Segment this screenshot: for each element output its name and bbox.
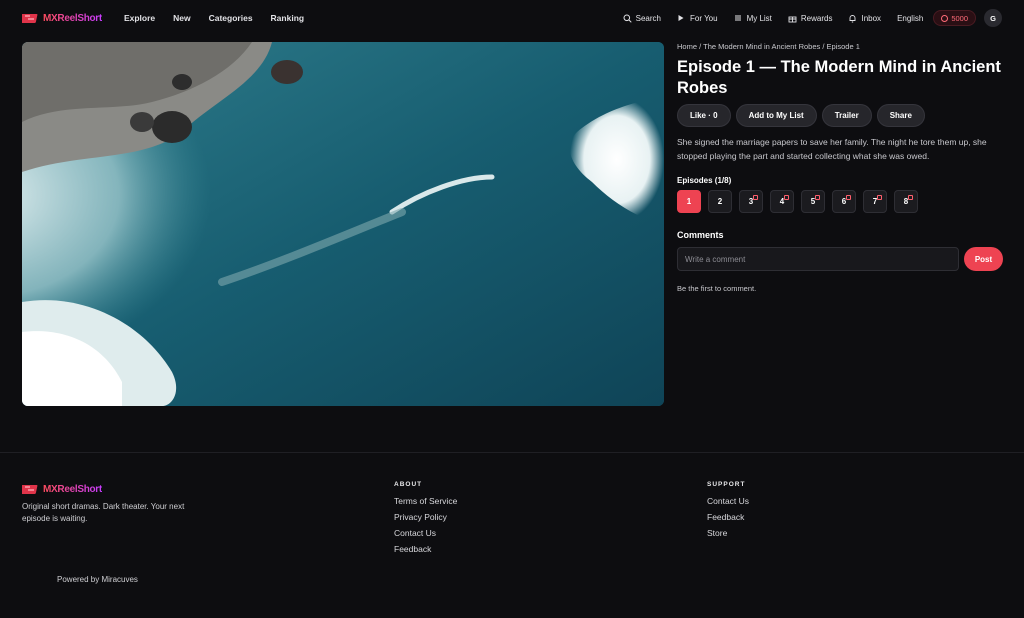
footer-link-contact[interactable]: Contact Us	[394, 528, 457, 539]
footer-support: SUPPORT Contact Us Feedback Store	[707, 481, 749, 544]
lock-icon	[846, 195, 851, 200]
rewards-label: Rewards	[800, 13, 833, 23]
powered-by: Powered by Miracuves	[57, 575, 138, 584]
footer-link-support-contact[interactable]: Contact Us	[707, 496, 749, 507]
comment-form: Post	[677, 247, 1003, 271]
episode-button-1[interactable]: 1	[677, 190, 701, 213]
nav-ranking[interactable]: Ranking	[271, 13, 305, 23]
coin-icon	[941, 14, 949, 22]
for-you-label: For You	[689, 13, 718, 23]
footer-about: ABOUT Terms of Service Privacy Policy Co…	[394, 481, 457, 560]
footer-link-store[interactable]: Store	[707, 528, 749, 539]
video-player[interactable]	[22, 42, 664, 406]
about-heading: ABOUT	[394, 481, 423, 488]
like-button[interactable]: Like · 0	[677, 104, 731, 127]
gift-icon	[788, 14, 797, 23]
episode-number: 2	[717, 197, 723, 206]
search-link[interactable]: Search	[623, 14, 661, 23]
brand-name: MXReelShort	[43, 483, 102, 495]
avatar[interactable]: G	[984, 9, 1002, 27]
comment-input[interactable]	[677, 247, 959, 271]
lock-icon	[753, 195, 758, 200]
search-label: Search	[635, 13, 661, 23]
nav-categories[interactable]: Categories	[209, 13, 253, 23]
episode-number: 1	[686, 197, 692, 206]
episode-info: Home / The Modern Mind in Ancient Robes …	[677, 42, 1003, 293]
top-bar: MXReelShort Explore New Categories Ranki…	[0, 0, 1024, 36]
nav-explore[interactable]: Explore	[124, 13, 155, 23]
footer-logo[interactable]: MXReelShort	[22, 483, 192, 495]
coin-amount: 5000	[951, 13, 968, 23]
trailer-button[interactable]: Trailer	[821, 104, 872, 127]
episode-button-6[interactable]: 6	[832, 190, 856, 213]
support-heading: SUPPORT	[707, 481, 746, 488]
lock-icon	[877, 195, 882, 200]
header-actions: Search For You My List Rewards Inbox Eng…	[607, 9, 1002, 27]
page-title: Episode 1 — The Modern Mind in Ancient R…	[677, 58, 1001, 97]
episode-description: She signed the marriage papers to save h…	[677, 137, 987, 161]
footer-link-support-feedback[interactable]: Feedback	[707, 512, 749, 523]
episode-button-8[interactable]: 8	[894, 190, 918, 213]
list-icon	[734, 14, 743, 23]
comments-empty-state: Be the first to comment.	[677, 284, 757, 293]
main-nav: Explore New Categories Ranking	[124, 13, 304, 23]
for-you-link[interactable]: For You	[677, 14, 718, 23]
footer-link-feedback[interactable]: Feedback	[394, 544, 457, 555]
inbox-link[interactable]: Inbox	[848, 14, 881, 23]
episode-actions: Like · 0 Add to My List Trailer Share	[677, 104, 1003, 127]
add-to-list-button[interactable]: Add to My List	[735, 104, 817, 127]
nav-new[interactable]: New	[173, 13, 190, 23]
coin-balance[interactable]: 5000	[933, 10, 976, 26]
inbox-label: Inbox	[861, 13, 882, 23]
lock-icon	[908, 195, 913, 200]
logo-icon	[22, 483, 40, 495]
language-selector[interactable]: English	[897, 14, 923, 23]
footer-link-privacy[interactable]: Privacy Policy	[394, 512, 457, 523]
bell-icon	[848, 14, 857, 23]
search-icon	[623, 14, 632, 23]
episode-button-7[interactable]: 7	[863, 190, 887, 213]
brand-name: MXReelShort	[43, 12, 102, 24]
episode-button-5[interactable]: 5	[801, 190, 825, 213]
share-button[interactable]: Share	[876, 104, 925, 127]
lock-icon	[784, 195, 789, 200]
logo-icon	[22, 12, 40, 24]
episode-button-4[interactable]: 4	[770, 190, 794, 213]
brand-logo[interactable]: MXReelShort	[22, 12, 102, 24]
post-button[interactable]: Post	[964, 247, 1003, 271]
breadcrumb[interactable]: Home / The Modern Mind in Ancient Robes …	[677, 42, 1003, 51]
comments-heading: Comments	[677, 230, 724, 240]
lock-icon	[815, 195, 820, 200]
my-list-link[interactable]: My List	[734, 14, 772, 23]
episode-button-3[interactable]: 3	[739, 190, 763, 213]
play-icon	[677, 14, 686, 23]
footer-brand: MXReelShort Original short dramas. Dark …	[22, 483, 192, 525]
footer-link-terms[interactable]: Terms of Service	[394, 496, 457, 507]
footer-tagline: Original short dramas. Dark theater. You…	[22, 502, 185, 523]
episode-list: 1 2 3 4 5 6 7 8	[677, 190, 1003, 213]
episodes-heading: Episodes (1/8)	[677, 176, 732, 185]
footer: MXReelShort Original short dramas. Dark …	[0, 452, 1024, 618]
rewards-link[interactable]: Rewards	[788, 13, 833, 23]
video-frame	[22, 42, 664, 406]
episode-button-2[interactable]: 2	[708, 190, 732, 213]
my-list-label: My List	[746, 13, 772, 23]
